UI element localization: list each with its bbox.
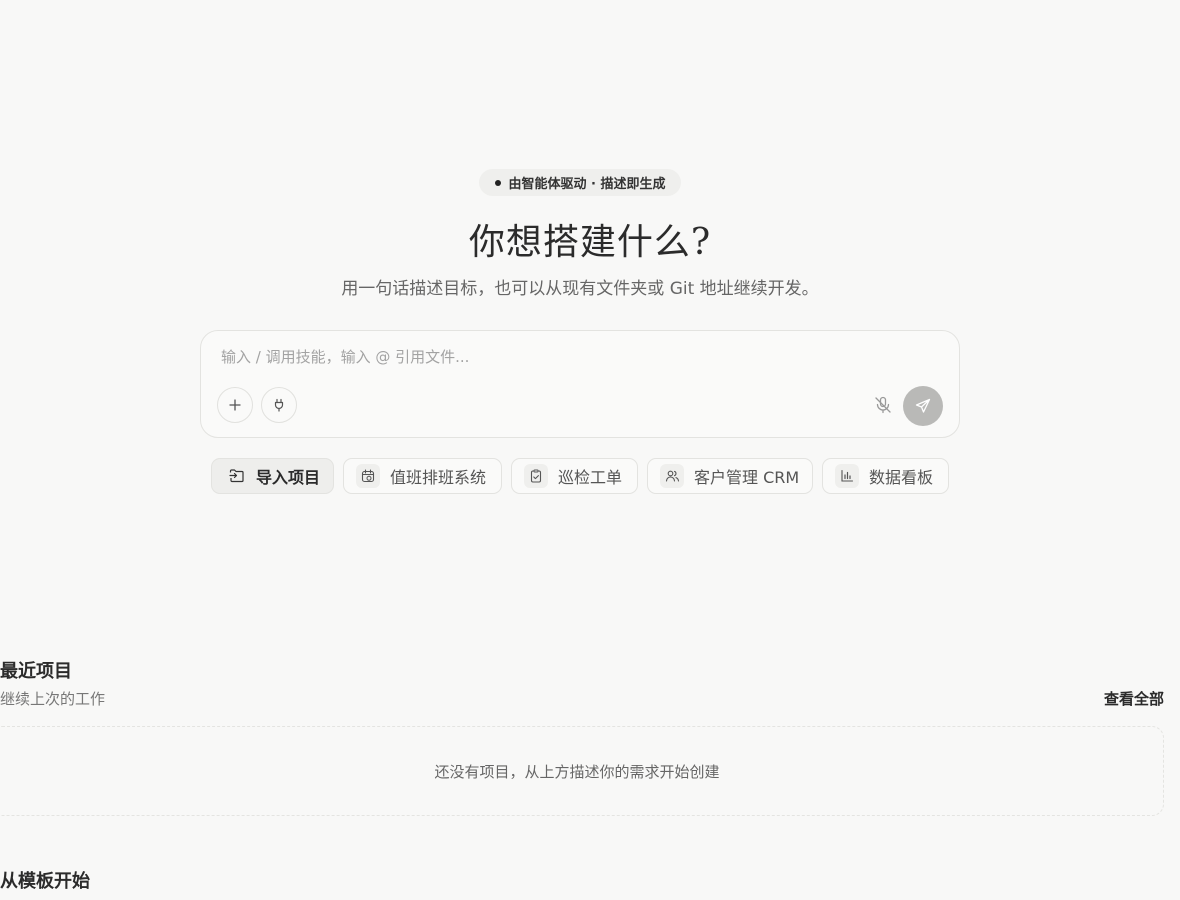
- calendar-clock-icon: [356, 464, 380, 488]
- home-page: 由智能体驱动 · 描述即生成 你想搭建什么? 用一句话描述目标，也可以从现有文件…: [0, 0, 1180, 900]
- add-attachment-button[interactable]: [217, 387, 253, 423]
- import-project-chip[interactable]: 导入项目: [211, 458, 334, 494]
- template-chip-duty-scheduling[interactable]: 值班排班系统: [343, 458, 502, 494]
- recent-projects-subtitle: 继续上次的工作: [0, 690, 106, 708]
- plug-icon: [274, 398, 284, 412]
- prompt-composer: [200, 330, 960, 438]
- send-button[interactable]: [903, 386, 943, 426]
- badge-dot: [494, 179, 501, 186]
- template-chip-dashboard[interactable]: 数据看板: [822, 458, 949, 494]
- template-chip-inspection-order[interactable]: 巡检工单: [511, 458, 638, 494]
- templates-title: 从模板开始: [0, 871, 90, 892]
- empty-state-text: 还没有项目，从上方描述你的需求开始创建: [434, 762, 720, 781]
- recent-projects-title: 最近项目: [0, 661, 72, 682]
- badge-text: 由智能体驱动 · 描述即生成: [508, 177, 666, 192]
- chip-label: 值班排班系统: [390, 468, 487, 487]
- mic-off-icon: [875, 396, 891, 414]
- chip-label: 导入项目: [256, 468, 321, 487]
- bar-chart-icon: [835, 464, 859, 488]
- page-subtitle: 用一句话描述目标，也可以从现有文件夹或 Git 地址继续开发。: [341, 279, 819, 299]
- clipboard-check-icon: [524, 464, 548, 488]
- view-all-link[interactable]: 查看全部: [1104, 688, 1164, 709]
- hero-badge: 由智能体驱动 · 描述即生成: [479, 169, 681, 196]
- users-icon: [660, 464, 684, 488]
- chip-label: 数据看板: [869, 468, 934, 487]
- voice-input-button[interactable]: [865, 387, 901, 423]
- chip-label: 巡检工单: [558, 468, 623, 487]
- prompt-input[interactable]: [221, 345, 921, 369]
- plugin-button[interactable]: [261, 387, 297, 423]
- plus-icon: [229, 399, 241, 411]
- folder-import-icon: [228, 464, 246, 488]
- send-icon: [915, 398, 931, 413]
- chip-label: 客户管理 CRM: [694, 468, 800, 487]
- page-title: 你想搭建什么?: [468, 222, 712, 263]
- recent-projects-empty-state: 还没有项目，从上方描述你的需求开始创建: [0, 726, 1164, 816]
- template-chip-crm[interactable]: 客户管理 CRM: [647, 458, 813, 494]
